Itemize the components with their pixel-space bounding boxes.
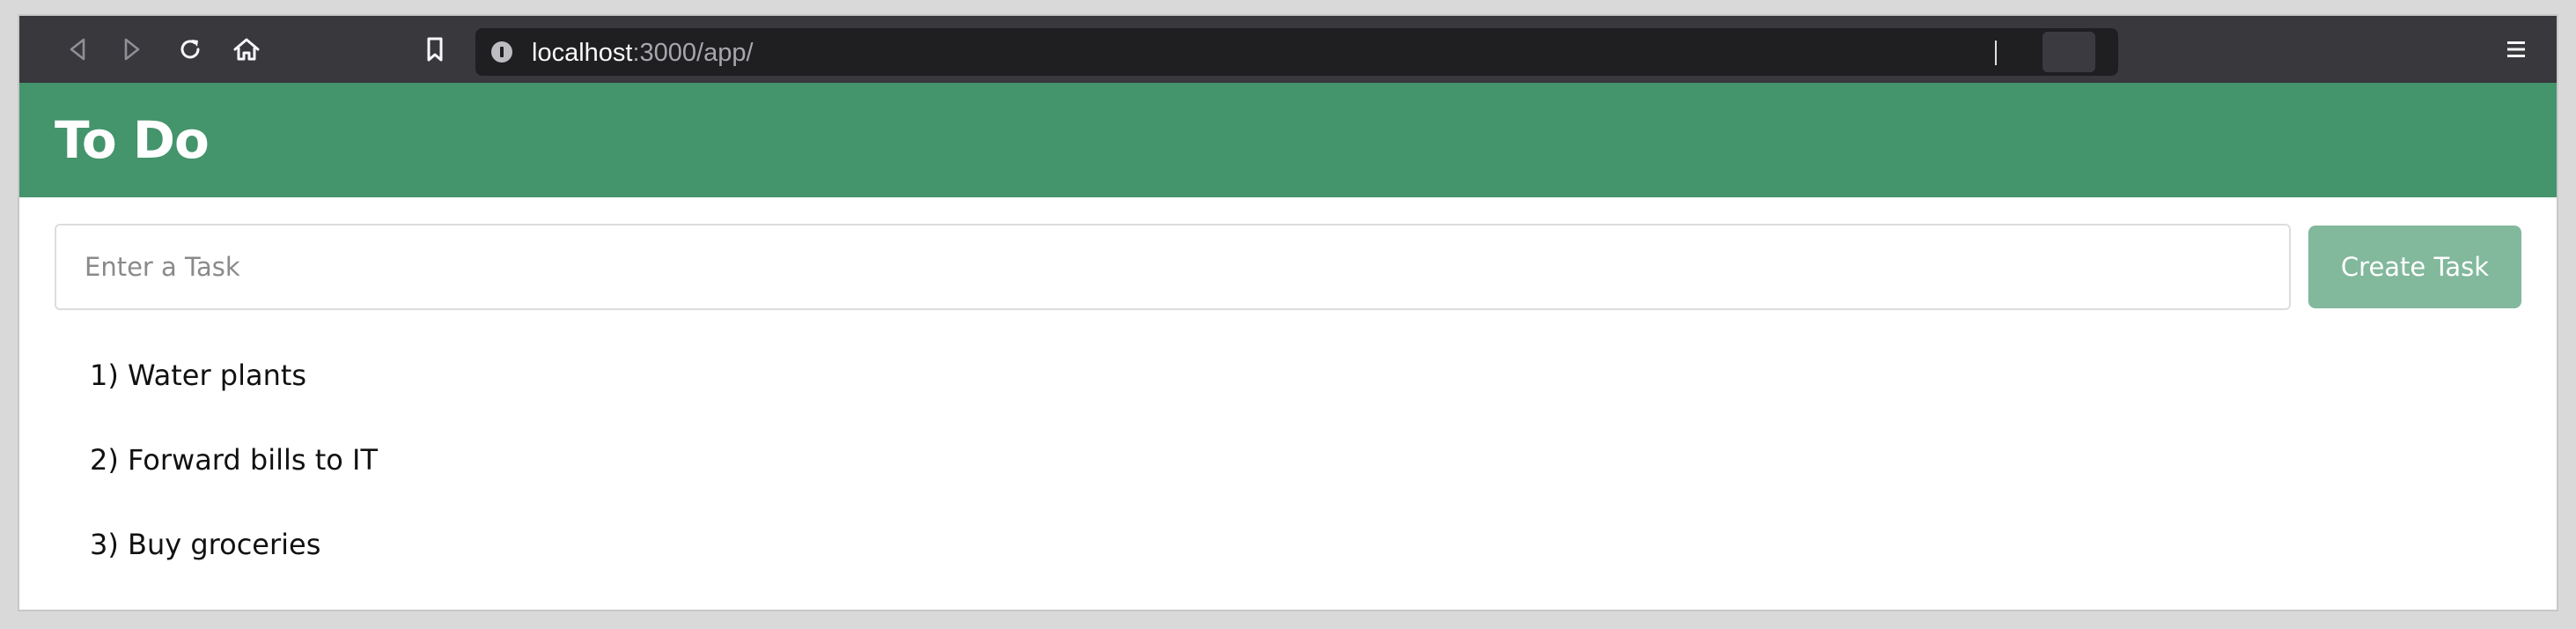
- site-info-icon[interactable]: [491, 41, 512, 63]
- task-item: 2) Forward bills to IT: [90, 443, 378, 477]
- app-header: To Do: [19, 83, 2557, 197]
- url-bar[interactable]: localhost:3000/app/: [475, 28, 2118, 76]
- reload-icon: [180, 40, 200, 59]
- browser-window: localhost:3000/app/ To Do Create Task 1)…: [19, 16, 2557, 610]
- url-host: localhost: [532, 39, 633, 67]
- reload-button[interactable]: [169, 28, 211, 70]
- app-title: To Do: [55, 110, 210, 170]
- forward-icon: [124, 38, 140, 61]
- forward-button[interactable]: [111, 28, 153, 70]
- back-button[interactable]: [56, 28, 99, 70]
- task-input[interactable]: [55, 224, 2291, 310]
- task-item: 1) Water plants: [90, 359, 307, 392]
- home-icon: [233, 38, 260, 61]
- menu-icon: [2507, 41, 2525, 57]
- text-cursor: [1995, 41, 1997, 65]
- url-text: localhost:3000/app/: [532, 40, 754, 66]
- menu-button[interactable]: [2495, 28, 2537, 70]
- bookmark-icon: [427, 37, 443, 62]
- back-icon: [70, 38, 85, 61]
- bookmark-button[interactable]: [414, 28, 456, 70]
- task-list: 1) Water plants 2) Forward bills to IT 3…: [90, 358, 378, 610]
- url-path: :3000/app/: [632, 39, 754, 67]
- extension-icon[interactable]: [2042, 32, 2095, 72]
- task-item: 3) Buy groceries: [90, 528, 321, 561]
- browser-toolbar: localhost:3000/app/: [19, 16, 2557, 83]
- create-task-button[interactable]: Create Task: [2308, 226, 2521, 308]
- home-button[interactable]: [225, 28, 268, 70]
